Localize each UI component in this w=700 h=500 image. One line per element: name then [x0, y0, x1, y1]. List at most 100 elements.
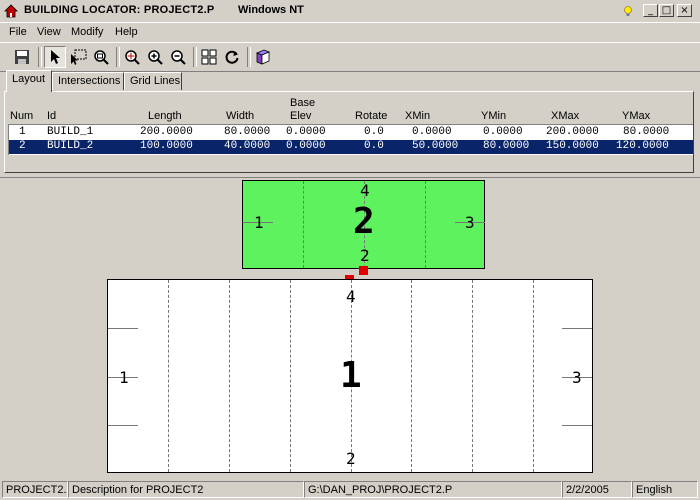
tab-intersections[interactable]: Intersections: [52, 72, 124, 90]
header-width: Width: [226, 110, 255, 122]
building-1-side-right: 3: [572, 368, 582, 387]
cell-rotate: 0.0: [364, 126, 384, 138]
tab-layout[interactable]: Layout: [6, 70, 52, 92]
cell-elev: 0.0000: [286, 140, 326, 152]
menu-file[interactable]: File: [9, 26, 27, 38]
cell-id: BUILD_2: [47, 140, 94, 152]
select-area-icon: [71, 49, 87, 65]
zoom-out-button[interactable]: [167, 46, 189, 68]
selection-handle[interactable]: [359, 266, 368, 275]
book-icon: [255, 49, 271, 65]
cell-length: 200.0000: [140, 126, 193, 138]
menu-help[interactable]: Help: [115, 26, 138, 38]
building-2-side-bottom: 2: [360, 246, 370, 265]
building-1-side-left: 1: [119, 368, 129, 387]
building-table: 1 BUILD_1 200.0000 80.0000 0.0000 0.0 0.…: [8, 124, 693, 155]
cell-num: 1: [19, 126, 26, 138]
close-icon: ×: [680, 5, 689, 16]
header-elev: Elev: [290, 110, 312, 122]
minimize-icon: _: [648, 5, 653, 16]
cell-rotate: 0.0: [364, 140, 384, 152]
grid-line: [411, 280, 412, 472]
cell-xmax: 150.0000: [546, 140, 599, 152]
building-1-side-bottom: 2: [346, 449, 356, 468]
help-book-button[interactable]: [252, 46, 274, 68]
app-icon: [4, 4, 18, 18]
cell-width: 80.0000: [224, 126, 271, 138]
grid-line: [303, 181, 304, 268]
maximize-button[interactable]: □: [659, 4, 674, 17]
grid-line: [290, 280, 291, 472]
save-button[interactable]: [11, 46, 33, 68]
menu-bar: File View Modify Help: [0, 23, 700, 41]
cell-id: BUILD_1: [47, 126, 94, 138]
status-path: G:\DAN_PROJ\PROJECT2.P: [304, 481, 562, 498]
status-description: Description for PROJECT2: [68, 481, 304, 498]
zoom-window-button[interactable]: [90, 46, 112, 68]
refresh-button[interactable]: [221, 46, 243, 68]
tab-intersections-label: Intersections: [58, 75, 121, 87]
grid-line: [533, 280, 534, 472]
window-title: BUILDING LOCATOR: PROJECT2.P: [24, 4, 215, 16]
cell-num: 2: [19, 140, 26, 152]
header-id: Id: [47, 110, 57, 122]
zoom-region-icon: [125, 50, 140, 65]
header-rotate: Rotate: [355, 110, 388, 122]
minimize-button[interactable]: _: [643, 4, 658, 17]
title-bar[interactable]: BUILDING LOCATOR: PROJECT2.P Windows NT …: [0, 0, 700, 23]
menu-view[interactable]: View: [37, 26, 61, 38]
maximize-icon: □: [661, 5, 672, 16]
os-label: Windows NT: [238, 4, 304, 16]
cell-width: 40.0000: [224, 140, 271, 152]
grid-tick: [108, 425, 138, 426]
header-ymin: YMin: [481, 110, 507, 122]
header-xmax: XMax: [551, 110, 580, 122]
header-num: Num: [10, 110, 34, 122]
building-1[interactable]: 1 3 4 2 1: [107, 279, 593, 473]
menu-modify[interactable]: Modify: [71, 26, 103, 38]
zoom-in-icon: [148, 50, 163, 65]
building-2-side-top: 4: [360, 181, 370, 200]
building-1-side-top: 4: [346, 287, 356, 306]
zoom-in-button[interactable]: [144, 46, 166, 68]
zoom-region-button[interactable]: [121, 46, 143, 68]
grid-line: [168, 280, 169, 472]
pointer-button[interactable]: [44, 46, 66, 68]
refresh-icon: [225, 50, 239, 64]
toolbar-separator: [247, 47, 251, 67]
building-2[interactable]: 1 3 4 2 2: [242, 180, 485, 269]
cell-xmax: 200.0000: [546, 126, 599, 138]
table-row[interactable]: 1 BUILD_1 200.0000 80.0000 0.0000 0.0 0.…: [9, 126, 693, 140]
tab-layout-label: Layout: [12, 73, 46, 85]
fit-all-button[interactable]: [198, 46, 220, 68]
close-button[interactable]: ×: [677, 4, 692, 17]
toolbar: [0, 42, 700, 72]
table-row-selected[interactable]: 2 BUILD_2 100.0000 40.0000 0.0000 0.0 50…: [9, 140, 693, 154]
cell-elev: 0.0000: [286, 126, 326, 138]
cell-ymax: 120.0000: [616, 140, 669, 152]
header-ymax: YMax: [622, 110, 651, 122]
building-1-number: 1: [340, 355, 362, 396]
status-date: 2/2/2005: [562, 481, 632, 498]
grid-line: [472, 280, 473, 472]
cell-length: 100.0000: [140, 140, 193, 152]
status-file: PROJECT2.P: [2, 481, 68, 498]
header-xmin: XMin: [405, 110, 431, 122]
zoom-out-icon: [171, 50, 186, 65]
tab-grid-lines[interactable]: Grid Lines: [124, 72, 182, 90]
toolbar-separator: [116, 47, 120, 67]
select-area-button[interactable]: [67, 46, 89, 68]
building-2-side-left: 1: [254, 213, 264, 232]
grid-line: [425, 181, 426, 268]
cell-xmin: 0.0000: [412, 126, 452, 138]
header-base: Base: [290, 97, 316, 109]
cell-xmin: 50.0000: [412, 140, 459, 152]
grid-tick: [108, 328, 138, 329]
grid-line: [229, 280, 230, 472]
save-icon: [15, 50, 29, 64]
cell-ymin: 80.0000: [483, 140, 530, 152]
header-length: Length: [148, 110, 182, 122]
pointer-icon: [51, 50, 60, 64]
zoom-window-icon: [94, 50, 109, 65]
status-language: English: [632, 481, 698, 498]
